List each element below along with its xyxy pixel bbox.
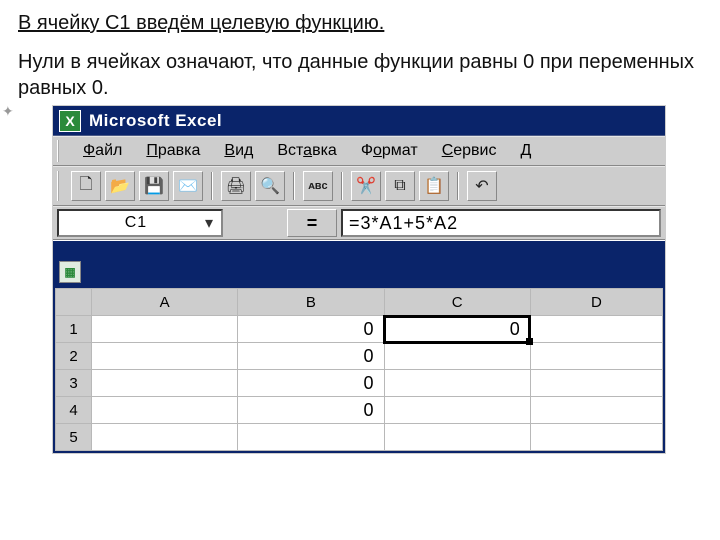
cell-c1[interactable]: 0: [384, 316, 530, 343]
window-title: Microsoft Excel: [89, 111, 222, 131]
cut-icon[interactable]: ✂️: [351, 171, 381, 201]
menu-insert[interactable]: Вставка: [265, 140, 348, 162]
cell-c4[interactable]: [384, 397, 530, 424]
row-header-2[interactable]: 2: [56, 343, 92, 370]
menu-d[interactable]: Д: [508, 140, 543, 162]
toolbar-separator: [457, 172, 459, 200]
cell-a1[interactable]: [92, 316, 238, 343]
cell-d5[interactable]: [530, 424, 662, 451]
menubar: ФайлПравкаВидВставкаФорматСервисД: [53, 136, 665, 166]
col-header-a[interactable]: A: [92, 289, 238, 316]
cell-d3[interactable]: [530, 370, 662, 397]
formula-row: C1 ▾ = =3*A1+5*A2: [53, 206, 665, 240]
row-header-1[interactable]: 1: [56, 316, 92, 343]
cell-b5[interactable]: [238, 424, 384, 451]
menu-edit[interactable]: Правка: [134, 140, 212, 162]
cell-c5[interactable]: [384, 424, 530, 451]
formula-bar[interactable]: =3*A1+5*A2: [341, 209, 661, 237]
cell-d2[interactable]: [530, 343, 662, 370]
toolbar-separator: [293, 172, 295, 200]
preview-icon[interactable]: 🔍: [255, 171, 285, 201]
cell-a4[interactable]: [92, 397, 238, 424]
row-header-3[interactable]: 3: [56, 370, 92, 397]
menu-tools[interactable]: Сервис: [430, 140, 509, 162]
select-all-corner[interactable]: [56, 289, 92, 316]
col-header-b[interactable]: B: [238, 289, 384, 316]
name-box-dropdown-icon[interactable]: ▾: [205, 213, 213, 233]
row-header-4[interactable]: 4: [56, 397, 92, 424]
cell-a3[interactable]: [92, 370, 238, 397]
col-header-d[interactable]: D: [530, 289, 662, 316]
workbook-titlebar: ▦: [55, 256, 663, 288]
cell-b4[interactable]: 0: [238, 397, 384, 424]
toolbar: 🗋 📂 💾 ✉️ 🖨 🔍 ᴀʙᴄ ✂️ ⧉ 📋 ↶: [53, 166, 665, 206]
spreadsheet-grid[interactable]: A B C D 1 0 0 2 0: [55, 288, 663, 451]
cell-d4[interactable]: [530, 397, 662, 424]
cell-a5[interactable]: [92, 424, 238, 451]
save-icon[interactable]: 💾: [139, 171, 169, 201]
toolbar-separator: [211, 172, 213, 200]
menubar-handle[interactable]: [57, 140, 63, 162]
cell-c2[interactable]: [384, 343, 530, 370]
mdi-gap: [53, 240, 665, 254]
toolbar-handle[interactable]: [57, 171, 63, 201]
toolbar-separator: [341, 172, 343, 200]
slide-body-text: Нули в ячейках означают, что данные функ…: [18, 49, 702, 101]
col-header-c[interactable]: C: [384, 289, 530, 316]
undo-icon[interactable]: ↶: [467, 171, 497, 201]
mail-icon[interactable]: ✉️: [173, 171, 203, 201]
menu-file[interactable]: Файл: [71, 140, 134, 162]
row-header-5[interactable]: 5: [56, 424, 92, 451]
cell-b3[interactable]: 0: [238, 370, 384, 397]
cell-b2[interactable]: 0: [238, 343, 384, 370]
formula-equals-button[interactable]: =: [287, 209, 337, 237]
print-icon[interactable]: 🖨: [221, 171, 251, 201]
cell-b1[interactable]: 0: [238, 316, 384, 343]
cell-d1[interactable]: [530, 316, 662, 343]
cell-a2[interactable]: [92, 343, 238, 370]
placeholder-marker: ✦: [2, 103, 14, 120]
workbook-icon[interactable]: ▦: [59, 261, 81, 283]
titlebar: X Microsoft Excel: [53, 106, 665, 136]
name-box-value: C1: [67, 214, 205, 232]
open-icon[interactable]: 📂: [105, 171, 135, 201]
excel-app-icon[interactable]: X: [59, 110, 81, 132]
slide-heading: В ячейку С1 введём целевую функцию.: [18, 12, 702, 35]
menu-format[interactable]: Формат: [349, 140, 430, 162]
menu-view[interactable]: Вид: [212, 140, 265, 162]
name-box[interactable]: C1 ▾: [57, 209, 223, 237]
cell-c3[interactable]: [384, 370, 530, 397]
workbook-window: ▦ A B C D 1: [53, 254, 665, 453]
copy-icon[interactable]: ⧉: [385, 171, 415, 201]
spellcheck-icon[interactable]: ᴀʙᴄ: [303, 171, 333, 201]
paste-icon[interactable]: 📋: [419, 171, 449, 201]
new-icon[interactable]: 🗋: [71, 171, 101, 201]
excel-window: X Microsoft Excel ФайлПравкаВидВставкаФо…: [52, 105, 666, 454]
